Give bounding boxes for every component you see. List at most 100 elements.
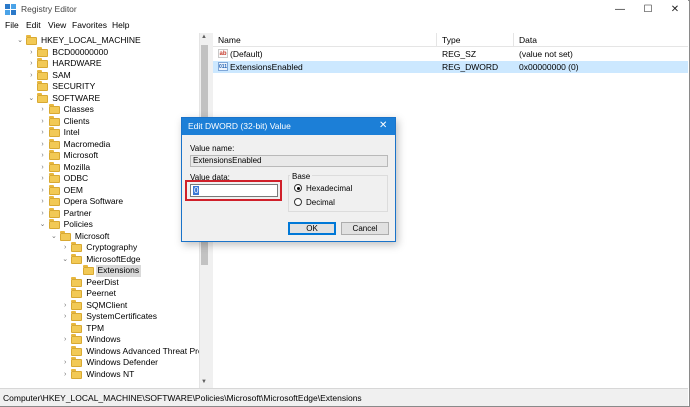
chevron-right-icon[interactable]: › <box>61 369 69 381</box>
chevron-right-icon[interactable]: › <box>27 70 35 82</box>
chevron-down-icon[interactable]: ⌄ <box>39 219 47 231</box>
tree-node[interactable]: Windows Advanced Threat Prot <box>0 345 205 358</box>
chevron-right-icon[interactable]: › <box>39 116 47 128</box>
tree-node[interactable]: › Mozilla <box>0 161 199 174</box>
tree-node-label: BCD00000000 <box>52 46 109 57</box>
tree-node[interactable]: Peernet <box>0 288 199 300</box>
menu-view[interactable]: View <box>48 20 66 30</box>
cancel-button[interactable]: Cancel <box>341 222 389 235</box>
chevron-down-icon[interactable]: ⌄ <box>16 35 24 47</box>
tree-node-label: Mozilla <box>63 161 91 172</box>
tree-node[interactable]: ⌄ MicrosoftEdge <box>0 253 199 266</box>
folder-icon <box>71 288 83 298</box>
chevron-right-icon[interactable]: › <box>39 162 47 174</box>
menu-favorites[interactable]: Favorites <box>72 20 107 30</box>
tree-node[interactable]: › SAM <box>0 69 199 82</box>
chevron-right-icon[interactable]: › <box>39 139 47 151</box>
tree-node[interactable]: Extensions <box>0 265 199 277</box>
tree-node[interactable]: PeerDist <box>0 276 199 289</box>
chevron-right-icon[interactable]: › <box>39 150 47 162</box>
folder-icon <box>71 276 83 287</box>
chevron-right-icon[interactable]: › <box>39 185 47 197</box>
folder-icon <box>71 334 83 344</box>
folder-icon <box>37 92 49 103</box>
chevron-right-icon[interactable]: › <box>27 47 35 59</box>
tree-node[interactable]: › BCD00000000 <box>0 46 199 59</box>
decimal-radio[interactable] <box>294 198 302 206</box>
close-button[interactable]: ✕ <box>661 0 689 20</box>
column-header-name[interactable]: Name <box>218 35 241 45</box>
tree-node[interactable]: › SystemCertificates <box>0 311 199 323</box>
tree-node[interactable]: › SQMClient <box>0 299 199 312</box>
folder-icon <box>48 127 60 137</box>
scroll-down-icon[interactable]: ▼ <box>201 379 207 385</box>
tree-node[interactable]: ⌄ SOFTWARE <box>0 92 199 105</box>
tree-node[interactable]: › Microsoft <box>0 150 199 162</box>
chevron-down-icon[interactable]: ⌄ <box>50 231 58 243</box>
column-divider[interactable] <box>513 33 514 47</box>
chevron-right-icon[interactable]: › <box>39 173 47 185</box>
folder-icon <box>37 58 49 68</box>
value-row-default[interactable]: ab (Default) REG_SZ (value not set) <box>213 48 688 60</box>
minimize-button[interactable]: — <box>606 0 634 20</box>
value-row-extensions-enabled[interactable]: 011 ExtensionsEnabled REG_DWORD 0x000000… <box>213 61 688 73</box>
column-divider[interactable] <box>436 33 437 47</box>
tree-node[interactable]: TPM <box>0 322 199 335</box>
folder-icon <box>48 115 60 126</box>
chevron-down-icon[interactable]: ⌄ <box>61 254 69 266</box>
chevron-right-icon[interactable]: › <box>61 300 69 312</box>
tree-node-label: SystemCertificates <box>86 311 158 321</box>
tree-node[interactable]: › HARDWARE <box>0 58 199 70</box>
chevron-right-icon[interactable]: › <box>39 196 47 208</box>
folder-icon <box>71 311 83 321</box>
ok-button[interactable]: OK <box>288 222 336 235</box>
chevron-right-icon[interactable]: › <box>39 127 47 139</box>
folder-icon <box>48 161 60 172</box>
chevron-right-icon[interactable]: › <box>61 242 69 254</box>
tree-node-label: Windows NT <box>86 368 135 379</box>
column-header-data[interactable]: Data <box>519 35 537 45</box>
hexadecimal-radio[interactable] <box>294 184 302 192</box>
chevron-right-icon[interactable]: › <box>27 58 35 70</box>
value-data-input[interactable]: 0 <box>190 184 278 197</box>
tree-node-label: ODBC <box>63 173 89 183</box>
tree-node[interactable]: › Cryptography <box>0 242 199 254</box>
chevron-right-icon[interactable]: › <box>39 208 47 220</box>
tree-node[interactable]: ⌄ Policies <box>0 219 199 231</box>
value-type: REG_SZ <box>442 49 477 59</box>
menu-bar: File Edit View Favorites Help <box>0 19 688 33</box>
chevron-right-icon[interactable]: › <box>61 334 69 346</box>
tree-node[interactable]: › Intel <box>0 127 199 139</box>
tree-node[interactable]: › ODBC <box>0 173 199 185</box>
tree-node[interactable]: ⌄ HKEY_LOCAL_MACHINE <box>0 35 199 47</box>
decimal-label[interactable]: Decimal <box>306 198 335 207</box>
menu-file[interactable]: File <box>5 20 19 30</box>
tree-node[interactable]: ⌄ Microsoft <box>0 230 199 243</box>
column-header-type[interactable]: Type <box>442 35 460 45</box>
scroll-up-icon[interactable]: ▲ <box>201 34 207 40</box>
tree-node[interactable]: SECURITY <box>0 81 199 93</box>
chevron-right-icon[interactable]: › <box>61 311 69 323</box>
value-type: REG_DWORD <box>442 62 499 72</box>
tree-node[interactable]: › Windows NT <box>0 368 199 381</box>
chevron-down-icon[interactable]: ⌄ <box>27 93 35 105</box>
tree-node[interactable]: › Opera Software <box>0 196 199 208</box>
dialog-title-bar[interactable]: Edit DWORD (32-bit) Value ✕ <box>182 118 395 135</box>
chevron-right-icon[interactable]: › <box>61 357 69 369</box>
tree-node[interactable]: › Windows Defender <box>0 357 199 369</box>
registry-tree[interactable]: ⌄ HKEY_LOCAL_MACHINE › BCD00000000 › HARDWARE… <box>0 33 209 388</box>
tree-node[interactable]: › Clients <box>0 115 199 128</box>
tree-node[interactable]: › OEM <box>0 184 199 197</box>
tree-node-label: Cryptography <box>86 242 138 252</box>
tree-node[interactable]: › Partner <box>0 207 199 220</box>
chevron-right-icon[interactable]: › <box>39 104 47 116</box>
maximize-button[interactable]: ☐ <box>634 0 662 20</box>
tree-node[interactable]: › Macromedia <box>0 138 199 151</box>
hexadecimal-label[interactable]: Hexadecimal <box>306 184 352 193</box>
tree-node[interactable]: › Windows <box>0 334 199 346</box>
menu-edit[interactable]: Edit <box>26 20 41 30</box>
tree-node[interactable]: › Classes <box>0 104 199 116</box>
tree-node-label: TPM <box>86 322 105 333</box>
dialog-close-icon[interactable]: ✕ <box>379 120 387 131</box>
menu-help[interactable]: Help <box>112 20 129 30</box>
